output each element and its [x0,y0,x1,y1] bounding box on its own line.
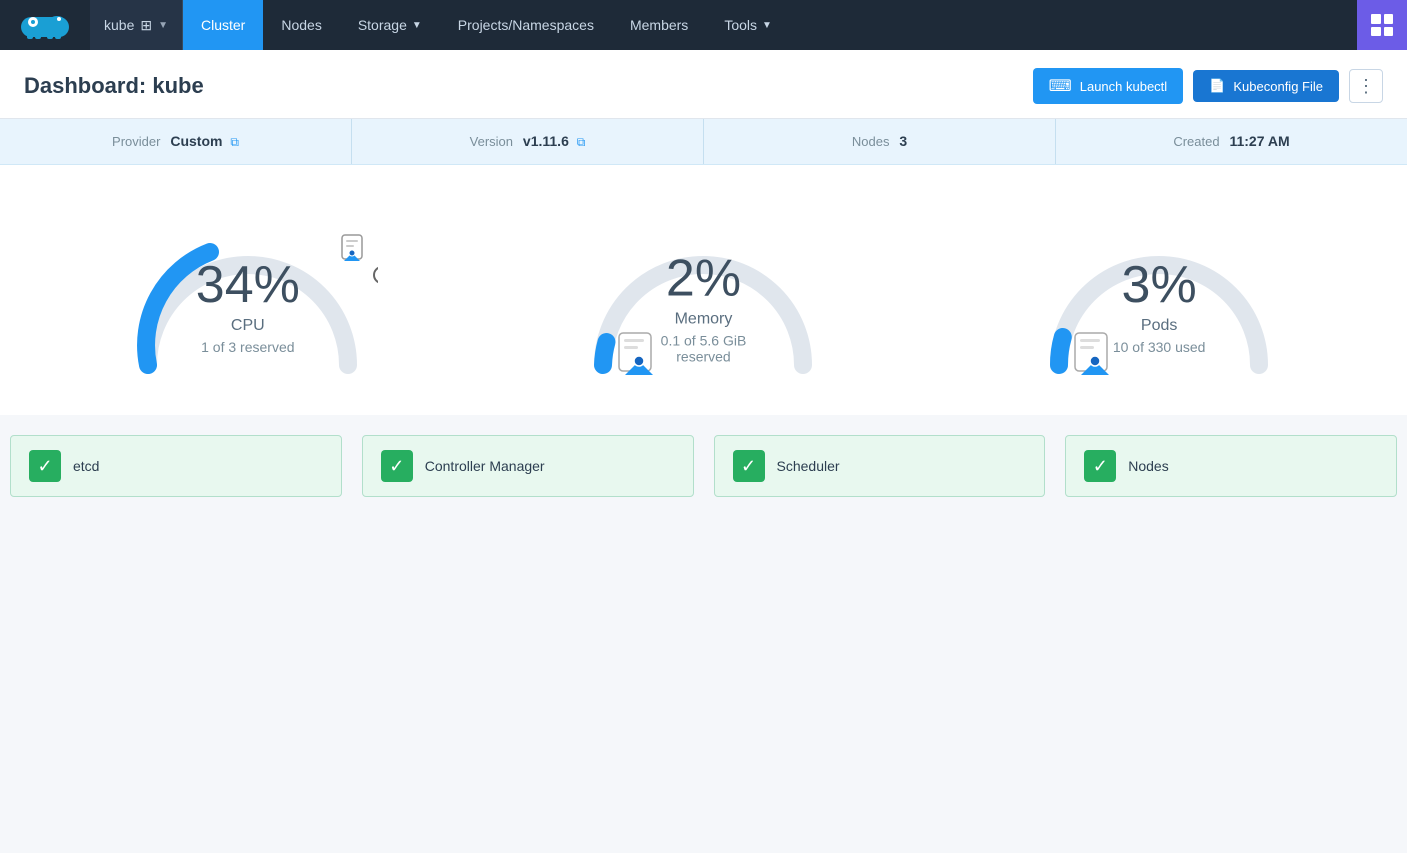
header-actions: ⌨ Launch kubectl 📄 Kubeconfig File ⋮ [1033,68,1383,104]
nav-right-icon[interactable] [1357,0,1407,50]
tools-caret: ▼ [762,20,772,31]
status-etcd: ✓ etcd [10,435,342,497]
pods-gauge: 3% Pods 10 of 330 used [1009,195,1309,395]
info-created: Created 11:27 AM [1056,119,1407,164]
nodes-status-label: Nodes [1128,458,1168,474]
scheduler-check-icon: ✓ [733,450,765,482]
pods-label-group: 3% Pods 10 of 330 used [1113,255,1206,355]
memory-pct: 2% [638,249,768,309]
logo-svg [19,7,71,43]
page-title: Dashboard: kube [24,73,204,99]
status-section: ✓ etcd ✓ Controller Manager ✓ Scheduler … [0,415,1407,517]
controller-manager-label: Controller Manager [425,458,545,474]
info-nodes: Nodes 3 [704,119,1056,164]
nav-nodes[interactable]: Nodes [263,0,339,50]
cpu-gauge-wrap: 34% CPU 1 of 3 reserved [118,195,378,395]
nav-storage[interactable]: Storage ▼ [340,0,440,50]
nav-tools[interactable]: Tools ▼ [706,0,790,50]
cluster-caret: ▼ [158,20,168,31]
page-header: Dashboard: kube ⌨ Launch kubectl 📄 Kubec… [0,50,1407,119]
pods-gauge-wrap: 3% Pods 10 of 330 used [1029,195,1289,395]
copy-version[interactable]: ⧉ [577,135,586,149]
info-provider: Provider Custom ⧉ [0,119,352,164]
status-nodes: ✓ Nodes [1065,435,1397,497]
navbar: kube ⊞ ▼ Cluster Nodes Storage ▼ Project… [0,0,1407,50]
gauges-section: 34% CPU 1 of 3 reserved [0,165,1407,415]
storage-caret: ▼ [412,20,422,31]
logo [0,0,90,50]
more-options-button[interactable]: ⋮ [1349,69,1383,103]
pods-pct: 3% [1113,255,1206,315]
memory-label-group: 2% Memory 0.1 of 5.6 GiB reserved [638,249,768,365]
cluster-selector[interactable]: kube ⊞ ▼ [90,0,183,50]
pods-sub: 10 of 330 used [1113,339,1206,355]
nav-cluster[interactable]: Cluster [183,0,263,50]
cluster-icon: ⊞ [140,17,152,34]
cpu-name: CPU [196,317,300,335]
launch-kubectl-button[interactable]: ⌨ Launch kubectl [1033,68,1184,104]
copy-provider[interactable]: ⧉ [230,135,239,149]
status-scheduler: ✓ Scheduler [714,435,1046,497]
nav-members[interactable]: Members [612,0,706,50]
cpu-sub: 1 of 3 reserved [196,339,300,355]
controller-manager-check-icon: ✓ [381,450,413,482]
cpu-label-group: 34% CPU 1 of 3 reserved [196,255,300,355]
scheduler-label: Scheduler [777,458,840,474]
nav-projects[interactable]: Projects/Namespaces [440,0,612,50]
nav-items: Cluster Nodes Storage ▼ Projects/Namespa… [183,0,790,50]
status-controller-manager: ✓ Controller Manager [362,435,694,497]
info-bar: Provider Custom ⧉ Version v1.11.6 ⧉ Node… [0,119,1407,165]
grid-icon [1371,14,1393,36]
cpu-gauge: 34% CPU 1 of 3 reserved [98,195,398,395]
info-version: Version v1.11.6 ⧉ [352,119,704,164]
terminal-icon: ⌨ [1049,76,1072,96]
cpu-indicator [336,233,368,270]
memory-sub: 0.1 of 5.6 GiB reserved [638,333,768,365]
memory-name: Memory [638,311,768,329]
cluster-name: kube [104,17,134,33]
etcd-label: etcd [73,458,99,474]
nodes-check-icon: ✓ [1084,450,1116,482]
memory-gauge: 2% Memory 0.1 of 5.6 GiB reserved [553,195,853,395]
pods-name: Pods [1113,317,1206,335]
memory-gauge-wrap: 2% Memory 0.1 of 5.6 GiB reserved [573,195,833,395]
cpu-pct: 34% [196,255,300,315]
etcd-check-icon: ✓ [29,450,61,482]
kubeconfig-button[interactable]: 📄 Kubeconfig File [1193,70,1339,102]
file-icon: 📄 [1209,78,1225,94]
